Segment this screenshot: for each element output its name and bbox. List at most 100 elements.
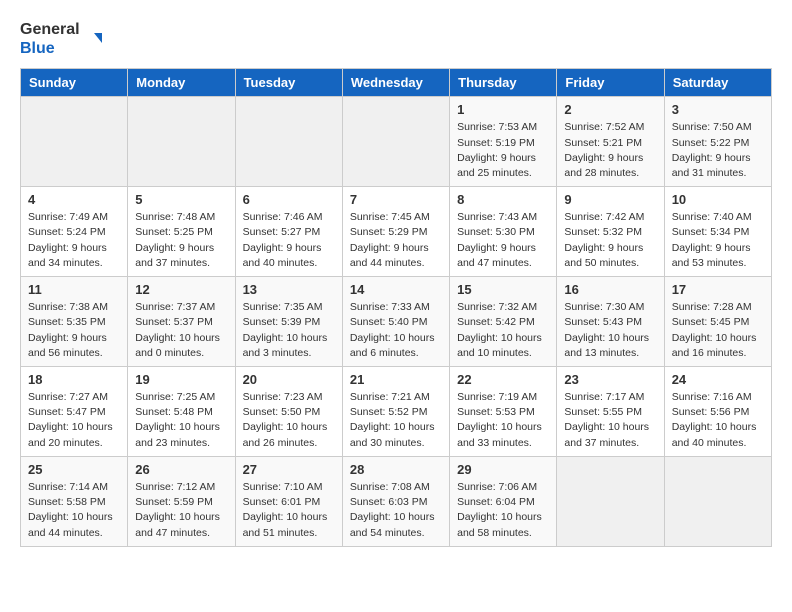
- calendar-cell: 5Sunrise: 7:48 AM Sunset: 5:25 PM Daylig…: [128, 187, 235, 277]
- day-number: 1: [457, 102, 549, 117]
- day-number: 26: [135, 462, 227, 477]
- calendar-cell: 25 Sunrise: 7:14 AM Sunset: 5:58 PM Dayli…: [21, 456, 128, 546]
- day-info: Sunrise: 7:43 AM Sunset: 5:30 PM Dayligh…: [457, 210, 549, 271]
- day-info: Sunrise: 7:17 AM Sunset: 5:55 PM Dayligh…: [564, 390, 656, 451]
- day-info: Sunrise: 7:40 AM Sunset: 5:34 PM Dayligh…: [672, 210, 764, 271]
- weekday-header: Tuesday: [235, 69, 342, 97]
- calendar-cell: 4 Sunrise: 7:49 AM Sunset: 5:24 PM Daylig…: [21, 187, 128, 277]
- day-number: 23: [564, 372, 656, 387]
- day-info: Sunrise: 7:12 AM Sunset: 5:59 PM Dayligh…: [135, 480, 227, 541]
- day-number: 4: [28, 192, 120, 207]
- day-info: Sunrise: 7:14 AM Sunset: 5:58 PM Dayligh…: [28, 480, 120, 541]
- calendar-cell: 21 Sunrise: 7:21 AM Sunset: 5:52 PM Dayli…: [342, 367, 449, 457]
- day-info: Sunrise: 7:33 AM Sunset: 5:40 PM Dayligh…: [350, 300, 442, 361]
- weekday-header: Sunday: [21, 69, 128, 97]
- day-info: Sunrise: 7:21 AM Sunset: 5:52 PM Dayligh…: [350, 390, 442, 451]
- day-info: Sunrise: 7:35 AM Sunset: 5:39 PM Dayligh…: [243, 300, 335, 361]
- day-info: Sunrise: 7:28 AM Sunset: 5:45 PM Dayligh…: [672, 300, 764, 361]
- day-number: 25: [28, 462, 120, 477]
- page-header: GeneralBlue: [20, 20, 772, 58]
- weekday-header: Friday: [557, 69, 664, 97]
- day-info: Sunrise: 7:52 AM Sunset: 5:21 PM Dayligh…: [564, 120, 656, 181]
- day-number: 6: [243, 192, 335, 207]
- day-number: 20: [243, 372, 335, 387]
- calendar-cell: 14 Sunrise: 7:33 AM Sunset: 5:40 PM Dayli…: [342, 277, 449, 367]
- calendar-cell: 19 Sunrise: 7:25 AM Sunset: 5:48 PM Dayli…: [128, 367, 235, 457]
- calendar-cell: 3 Sunrise: 7:50 AM Sunset: 5:22 PM Daylig…: [664, 97, 771, 187]
- calendar-cell: 29 Sunrise: 7:06 AM Sunset: 6:04 PM Dayli…: [450, 456, 557, 546]
- day-number: 8: [457, 192, 549, 207]
- calendar-cell: 23 Sunrise: 7:17 AM Sunset: 5:55 PM Dayli…: [557, 367, 664, 457]
- day-info: Sunrise: 7:50 AM Sunset: 5:22 PM Dayligh…: [672, 120, 764, 181]
- calendar-cell: 15 Sunrise: 7:32 AM Sunset: 5:42 PM Dayli…: [450, 277, 557, 367]
- day-info: Sunrise: 7:45 AM Sunset: 5:29 PM Dayligh…: [350, 210, 442, 271]
- calendar-cell: 26 Sunrise: 7:12 AM Sunset: 5:59 PM Dayli…: [128, 456, 235, 546]
- day-number: 7: [350, 192, 442, 207]
- calendar-cell: 18 Sunrise: 7:27 AM Sunset: 5:47 PM Dayli…: [21, 367, 128, 457]
- calendar-cell: 22 Sunrise: 7:19 AM Sunset: 5:53 PM Dayli…: [450, 367, 557, 457]
- day-number: 2: [564, 102, 656, 117]
- day-number: 13: [243, 282, 335, 297]
- day-number: 28: [350, 462, 442, 477]
- day-info: Sunrise: 7:37 AM Sunset: 5:37 PM Dayligh…: [135, 300, 227, 361]
- calendar-cell: 8 Sunrise: 7:43 AM Sunset: 5:30 PM Daylig…: [450, 187, 557, 277]
- weekday-header: Saturday: [664, 69, 771, 97]
- day-info: Sunrise: 7:49 AM Sunset: 5:24 PM Dayligh…: [28, 210, 120, 271]
- calendar-cell: 28 Sunrise: 7:08 AM Sunset: 6:03 PM Dayli…: [342, 456, 449, 546]
- day-number: 11: [28, 282, 120, 297]
- day-info: Sunrise: 7:42 AM Sunset: 5:32 PM Dayligh…: [564, 210, 656, 271]
- calendar-cell: 17 Sunrise: 7:28 AM Sunset: 5:45 PM Dayli…: [664, 277, 771, 367]
- day-number: 10: [672, 192, 764, 207]
- day-number: 24: [672, 372, 764, 387]
- calendar-cell: [342, 97, 449, 187]
- calendar-cell: 2 Sunrise: 7:52 AM Sunset: 5:21 PM Daylig…: [557, 97, 664, 187]
- day-number: 19: [135, 372, 227, 387]
- day-info: Sunrise: 7:27 AM Sunset: 5:47 PM Dayligh…: [28, 390, 120, 451]
- day-number: 18: [28, 372, 120, 387]
- day-info: Sunrise: 7:19 AM Sunset: 5:53 PM Dayligh…: [457, 390, 549, 451]
- calendar-cell: [128, 97, 235, 187]
- day-info: Sunrise: 7:08 AM Sunset: 6:03 PM Dayligh…: [350, 480, 442, 541]
- logo-text: GeneralBlue: [20, 20, 80, 58]
- day-info: Sunrise: 7:06 AM Sunset: 6:04 PM Dayligh…: [457, 480, 549, 541]
- day-number: 27: [243, 462, 335, 477]
- logo: GeneralBlue: [20, 20, 104, 58]
- calendar-cell: 1Sunrise: 7:53 AM Sunset: 5:19 PM Daylig…: [450, 97, 557, 187]
- calendar-cell: 13 Sunrise: 7:35 AM Sunset: 5:39 PM Dayli…: [235, 277, 342, 367]
- calendar-cell: 16 Sunrise: 7:30 AM Sunset: 5:43 PM Dayli…: [557, 277, 664, 367]
- day-number: 9: [564, 192, 656, 207]
- calendar-cell: 6 Sunrise: 7:46 AM Sunset: 5:27 PM Daylig…: [235, 187, 342, 277]
- calendar-cell: 12Sunrise: 7:37 AM Sunset: 5:37 PM Dayli…: [128, 277, 235, 367]
- day-number: 3: [672, 102, 764, 117]
- day-info: Sunrise: 7:16 AM Sunset: 5:56 PM Dayligh…: [672, 390, 764, 451]
- calendar-table: SundayMondayTuesdayWednesdayThursdayFrid…: [20, 68, 772, 546]
- weekday-header: Monday: [128, 69, 235, 97]
- weekday-header: Thursday: [450, 69, 557, 97]
- day-number: 29: [457, 462, 549, 477]
- day-number: 16: [564, 282, 656, 297]
- calendar-cell: 27 Sunrise: 7:10 AM Sunset: 6:01 PM Dayli…: [235, 456, 342, 546]
- day-info: Sunrise: 7:46 AM Sunset: 5:27 PM Dayligh…: [243, 210, 335, 271]
- day-info: Sunrise: 7:32 AM Sunset: 5:42 PM Dayligh…: [457, 300, 549, 361]
- day-number: 5: [135, 192, 227, 207]
- calendar-cell: [235, 97, 342, 187]
- calendar-cell: [557, 456, 664, 546]
- calendar-cell: 20 Sunrise: 7:23 AM Sunset: 5:50 PM Dayli…: [235, 367, 342, 457]
- weekday-header: Wednesday: [342, 69, 449, 97]
- day-number: 17: [672, 282, 764, 297]
- day-info: Sunrise: 7:23 AM Sunset: 5:50 PM Dayligh…: [243, 390, 335, 451]
- day-info: Sunrise: 7:30 AM Sunset: 5:43 PM Dayligh…: [564, 300, 656, 361]
- calendar-cell: [664, 456, 771, 546]
- day-number: 15: [457, 282, 549, 297]
- day-number: 22: [457, 372, 549, 387]
- day-number: 21: [350, 372, 442, 387]
- calendar-cell: 9 Sunrise: 7:42 AM Sunset: 5:32 PM Daylig…: [557, 187, 664, 277]
- calendar-cell: 11Sunrise: 7:38 AM Sunset: 5:35 PM Dayli…: [21, 277, 128, 367]
- calendar-cell: 7 Sunrise: 7:45 AM Sunset: 5:29 PM Daylig…: [342, 187, 449, 277]
- day-number: 14: [350, 282, 442, 297]
- calendar-cell: 10 Sunrise: 7:40 AM Sunset: 5:34 PM Dayli…: [664, 187, 771, 277]
- logo-arrow-icon: [84, 29, 104, 49]
- day-info: Sunrise: 7:10 AM Sunset: 6:01 PM Dayligh…: [243, 480, 335, 541]
- day-info: Sunrise: 7:25 AM Sunset: 5:48 PM Dayligh…: [135, 390, 227, 451]
- calendar-cell: [21, 97, 128, 187]
